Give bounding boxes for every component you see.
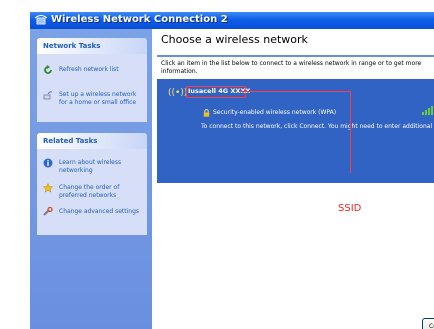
task-label: Set up a wireless network for a home or … [59, 91, 137, 106]
network-list-item-selected[interactable]: ((•)) Iusacell 4G XXXX Security-enabled … [157, 79, 434, 183]
wireless-network-window: Wireless Network Connection 2 Network Ta… [30, 12, 434, 329]
wireless-signal-waves-icon: ((•)) [168, 88, 188, 98]
network-tasks-heading[interactable]: Network Tasks [37, 38, 147, 54]
window-title: Wireless Network Connection 2 [51, 14, 228, 25]
network-list-pane: Choose a wireless network Click an item … [152, 29, 434, 329]
settings-icon [43, 207, 53, 216]
star-icon [43, 183, 53, 193]
lock-icon [203, 109, 210, 117]
network-tasks-panel: Network Tasks Refresh network list Set u… [37, 38, 147, 122]
task-label: Change advanced settings [59, 208, 140, 215]
heading-divider [157, 55, 434, 57]
task-label: Learn about wireless networking [59, 159, 122, 174]
wireless-connection-icon [34, 15, 48, 25]
related-tasks-panel: Related Tasks Learn about wireless netwo… [37, 133, 147, 235]
connect-button[interactable]: Connect [422, 318, 434, 329]
task-label: Refresh network list [59, 66, 119, 73]
wireless-setup-icon [43, 91, 53, 100]
annotation-leader-horizontal [239, 91, 351, 92]
refresh-icon [44, 65, 52, 74]
connect-hint: To connect to this network, click Connec… [201, 123, 434, 130]
instructions-text: Click an item in the list below to conne… [161, 60, 422, 75]
page-title: Choose a wireless network [161, 33, 308, 46]
signal-strength-icon [422, 106, 433, 115]
ssid-annotation: SSID [338, 203, 362, 214]
related-tasks-heading[interactable]: Related Tasks [37, 133, 147, 149]
task-label: Change the order of preferred networks [59, 184, 120, 199]
annotation-leader-vertical [350, 91, 351, 173]
task-sidebar: Network Tasks Refresh network list Set u… [30, 29, 152, 329]
network-security-label: Security-enabled wireless network (WPA) [213, 109, 337, 116]
title-bar[interactable]: Wireless Network Connection 2 [30, 12, 434, 29]
info-icon [43, 158, 53, 168]
